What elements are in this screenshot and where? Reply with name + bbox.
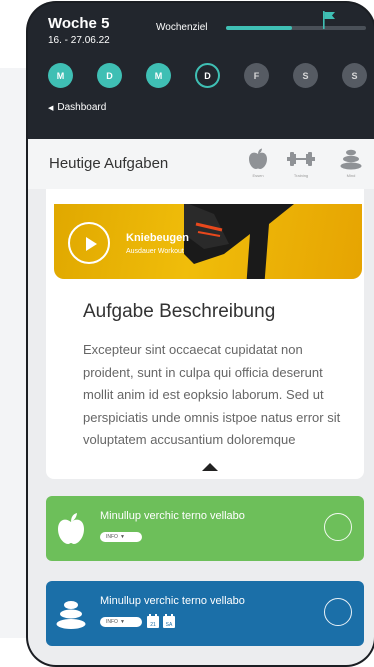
category-label: Mind <box>346 173 356 178</box>
day-button-2[interactable]: D <box>97 63 122 88</box>
task-title: Minullup verchic terno vellabo <box>100 510 245 522</box>
tasks-content: Kniebeugen Ausdauer Workout Aufgabe Besc… <box>28 189 374 665</box>
caret-down-icon: ▼ <box>119 534 125 540</box>
day-label: S <box>302 70 309 81</box>
back-to-dashboard-link[interactable]: ◀ Dashboard <box>48 102 106 113</box>
category-tab-training[interactable]: Training <box>286 148 316 180</box>
category-tab-mind[interactable]: Mind <box>336 148 366 180</box>
play-button[interactable] <box>68 222 110 264</box>
info-dropdown[interactable]: INFO ▼ <box>100 617 142 627</box>
task-complete-checkbox[interactable] <box>324 513 352 541</box>
tasks-panel-title: Heutige Aufgaben <box>49 155 169 172</box>
category-label: Training <box>293 173 309 178</box>
caret-down-icon: ▼ <box>119 619 125 625</box>
info-dropdown-label: INFO <box>106 619 118 625</box>
info-dropdown-label: INFO <box>106 534 118 540</box>
video-subtitle: Ausdauer Workout <box>126 248 184 255</box>
exercise-video[interactable]: Kniebeugen Ausdauer Workout <box>54 204 362 279</box>
calendar-day-label: SA <box>166 622 173 628</box>
description-text: Excepteur sint occaecat cupidatat non pr… <box>83 342 341 447</box>
stones-icon <box>340 149 362 170</box>
stones-icon <box>56 601 86 629</box>
task-detail-card: Kniebeugen Ausdauer Workout Aufgabe Besc… <box>46 189 364 479</box>
calendar-date-label: 21 <box>150 622 156 628</box>
play-icon <box>86 237 97 251</box>
day-label: D <box>106 70 113 81</box>
dumbbell-icon <box>287 152 315 166</box>
day-label: M <box>56 70 65 81</box>
calendar-icon: 21 <box>147 614 159 628</box>
category-tab-food[interactable]: Essen <box>243 148 273 180</box>
week-date-range: 16. - 27.06.22 <box>48 35 110 46</box>
day-label: S <box>351 70 358 81</box>
weekly-goal-label: Wochenziel <box>156 22 208 33</box>
day-label: M <box>154 70 163 81</box>
description-title: Aufgabe Beschreibung <box>83 301 276 322</box>
chevron-left-icon: ◀ <box>48 104 54 112</box>
task-complete-checkbox[interactable] <box>324 598 352 626</box>
apple-icon <box>58 513 84 544</box>
day-button-6[interactable]: S <box>293 63 318 88</box>
collapse-caret-icon[interactable] <box>202 463 218 471</box>
week-title: Woche 5 <box>48 15 110 32</box>
task-title: Minullup verchic terno vellabo <box>100 595 245 607</box>
weekly-goal-progress <box>226 26 366 30</box>
athlete-image <box>184 204 294 279</box>
calendar-icon: SA <box>163 614 175 628</box>
goal-flag-icon <box>323 11 335 29</box>
weekday-selector: M D M D F S S <box>48 63 373 89</box>
day-button-5[interactable]: F <box>244 63 269 88</box>
day-label: F <box>253 70 260 81</box>
day-label: D <box>204 70 211 81</box>
task-card-food[interactable]: Minullup verchic terno vellabo INFO ▼ <box>46 496 364 561</box>
info-dropdown[interactable]: INFO ▼ <box>100 532 142 542</box>
weekly-goal-progress-fill <box>226 26 292 30</box>
day-button-1[interactable]: M <box>48 63 73 88</box>
day-button-7[interactable]: S <box>342 63 367 88</box>
day-button-4[interactable]: D <box>195 63 220 88</box>
back-link-label: Dashboard <box>57 102 107 113</box>
video-title: Kniebeugen <box>126 232 189 244</box>
phone-frame: Woche 5 16. - 27.06.22 Wochenziel M D M … <box>28 3 374 665</box>
category-label: Essen <box>252 173 264 178</box>
day-button-3[interactable]: M <box>146 63 171 88</box>
apple-icon <box>249 148 267 169</box>
task-card-mind[interactable]: Minullup verchic terno vellabo INFO ▼ 21… <box>46 581 364 646</box>
